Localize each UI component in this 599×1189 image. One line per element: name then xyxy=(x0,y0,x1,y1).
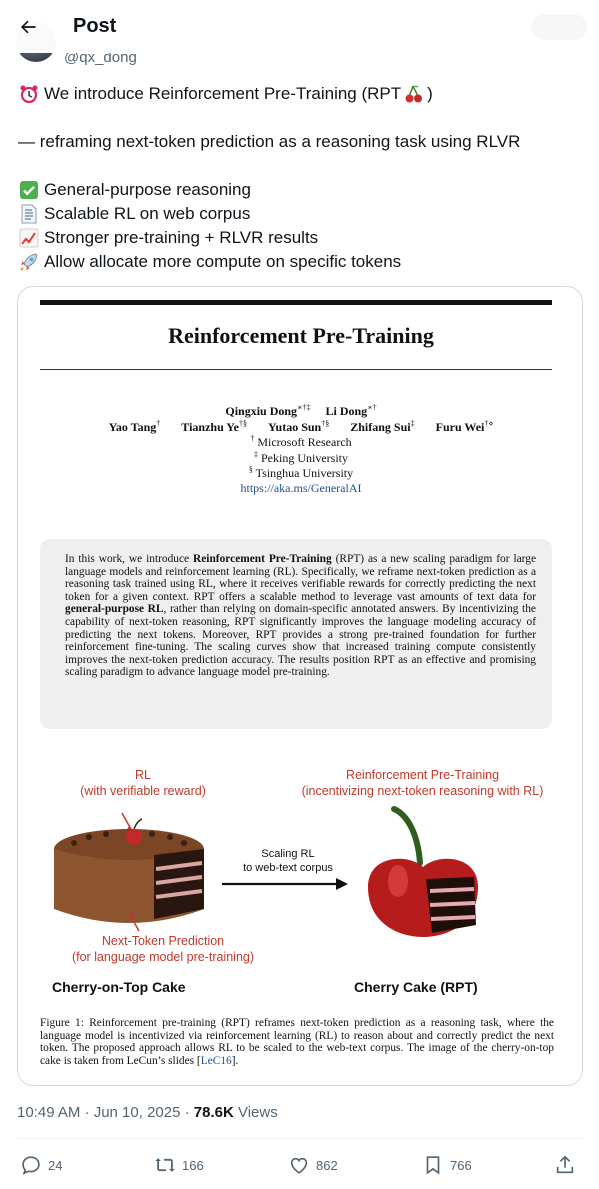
title-rule-bottom xyxy=(40,369,552,370)
author-name: Li Dong xyxy=(325,404,368,418)
author-name: Yao Tang xyxy=(108,420,157,434)
cherry-cake-icon xyxy=(368,806,478,937)
post-timestamp[interactable]: 10:49 AM · Jun 10, 2025 · xyxy=(17,1104,194,1121)
tweet-bullet: Scalable RL on web corpus xyxy=(18,202,583,226)
action-bar: 24 166 862 766 xyxy=(12,1150,587,1180)
tweet-intro-end: ) xyxy=(427,84,433,103)
share-button[interactable] xyxy=(554,1150,582,1180)
author-name: Tianzhu Ye xyxy=(181,420,239,434)
repost-icon xyxy=(155,1158,175,1172)
tweet-bullet: Allow allocate more compute on specific … xyxy=(18,250,583,274)
media-image[interactable]: Reinforcement Pre-Training Qingxiu Dong∗… xyxy=(17,286,583,1086)
tweet-bullet: General-purpose reasoning xyxy=(18,178,583,202)
title-rule-top xyxy=(40,300,552,305)
bookmark-count: 766 xyxy=(450,1157,472,1173)
figure-caption: Figure 1: Reinforcement pre-training (RP… xyxy=(40,1017,554,1067)
alarm-clock-icon xyxy=(18,83,40,105)
cherries-icon xyxy=(403,83,425,105)
share-icon xyxy=(556,1155,574,1174)
figure-1: RL (with verifiable reward) Reinforcemen… xyxy=(18,757,582,1027)
back-arrow-icon xyxy=(21,20,36,33)
affiliation: § Tsinghua University xyxy=(248,465,354,481)
bullet-text: Stronger pre-training + RLVR results xyxy=(44,228,319,247)
repost-count: 166 xyxy=(182,1157,204,1173)
like-button[interactable]: 862 xyxy=(288,1150,338,1180)
rpt-label: Reinforcement Pre-Training (incentivizin… xyxy=(301,768,544,798)
authors-row-2: Yao Tang† Tianzhu Ye†§ Yutao Sun†§ Zhifa… xyxy=(108,419,494,435)
repost-button[interactable]: 166 xyxy=(154,1150,204,1180)
author-name: Furu Wei xyxy=(435,420,485,434)
arrow-label: Scaling RL to web-text corpus xyxy=(243,848,333,874)
post-meta: 10:49 AM · Jun 10, 2025 · 78.6K Views xyxy=(17,1104,278,1121)
bullet-text: Scalable RL on web corpus xyxy=(44,204,251,223)
like-count: 862 xyxy=(316,1157,338,1173)
abstract-box: In this work, we introduce Reinforcement… xyxy=(40,539,552,729)
bullet-text: General-purpose reasoning xyxy=(44,180,251,199)
author-name: Qingxiu Dong xyxy=(225,404,298,418)
heart-icon xyxy=(290,1157,308,1174)
reply-count: 24 xyxy=(48,1157,63,1173)
tweet-intro-text: We introduce Reinforcement Pre-Training … xyxy=(44,84,402,103)
tweet-line-subtitle: — reframing next-token prediction as a r… xyxy=(18,132,521,151)
rl-label: RL (with verifiable reward) xyxy=(80,768,206,798)
page-title: Post xyxy=(73,15,117,37)
top-bar: Post xyxy=(0,0,599,53)
author-name: Zhifang Sui xyxy=(350,420,411,434)
authors-row-1: Qingxiu Dong∗†‡ Li Dong∗† xyxy=(225,403,377,419)
affiliation: † Microsoft Research xyxy=(250,434,352,450)
right-arrow-icon xyxy=(222,878,348,890)
document-icon xyxy=(18,203,40,225)
reply-icon xyxy=(22,1156,40,1175)
bookmark-icon xyxy=(426,1156,440,1175)
paper-link: https://aka.ms/GeneralAI xyxy=(240,481,362,495)
affiliation: ‡ Peking University xyxy=(254,450,348,466)
rocket-icon xyxy=(18,251,40,273)
tweet-text: We introduce Reinforcement Pre-Training … xyxy=(18,82,583,274)
reply-button[interactable]: 24 xyxy=(20,1150,62,1180)
bullet-text: Allow allocate more compute on specific … xyxy=(44,252,402,271)
divider xyxy=(17,1138,583,1139)
tweet-line-intro: We introduce Reinforcement Pre-Training … xyxy=(18,82,583,106)
tweet-bullet: Stronger pre-training + RLVR results xyxy=(18,226,583,250)
left-figure-caption: Cherry-on-Top Cake xyxy=(52,979,186,995)
right-figure-caption: Cherry Cake (RPT) xyxy=(354,979,478,995)
cherry-on-top-cake-icon xyxy=(54,812,204,932)
check-mark-icon xyxy=(18,179,40,201)
views-label: Views xyxy=(233,1104,278,1121)
author-name: Yutao Sun xyxy=(267,420,322,434)
back-button[interactable] xyxy=(8,7,48,47)
paper-screenshot: Reinforcement Pre-Training Qingxiu Dong∗… xyxy=(18,287,582,1085)
views-count: 78.6K xyxy=(193,1104,234,1121)
paper-title: Reinforcement Pre-Training xyxy=(168,323,434,348)
bookmark-button[interactable]: 766 xyxy=(422,1150,472,1180)
ntp-label: Next-Token Prediction (for language mode… xyxy=(71,934,255,964)
chart-increasing-icon xyxy=(18,227,40,249)
header-action[interactable] xyxy=(531,14,587,40)
citation-link: LeC16 xyxy=(200,1054,232,1067)
